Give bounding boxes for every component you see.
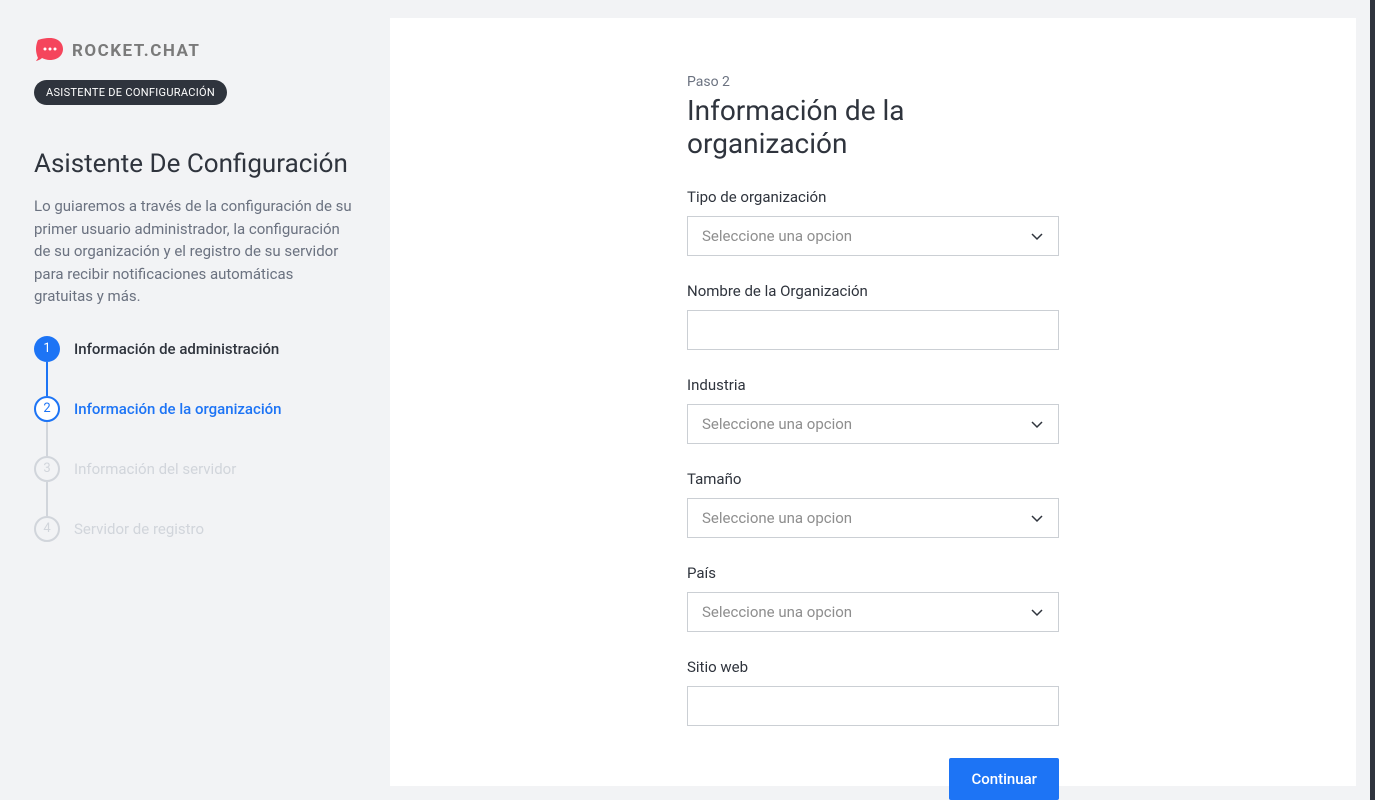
step-number: 1 <box>34 336 60 362</box>
select-placeholder: Seleccione una opcion <box>702 509 852 527</box>
select-industry[interactable]: Seleccione una opcion <box>687 404 1059 444</box>
select-country[interactable]: Seleccione una opcion <box>687 592 1059 632</box>
step-org-info[interactable]: 2 Información de la organización <box>34 396 356 422</box>
label-org-name: Nombre de la Organización <box>687 282 1059 300</box>
select-org-type[interactable]: Seleccione una opcion <box>687 216 1059 256</box>
select-placeholder: Seleccione una opcion <box>702 227 852 245</box>
continue-button[interactable]: Continuar <box>949 758 1059 800</box>
select-placeholder: Seleccione una opcion <box>702 415 852 433</box>
chevron-down-icon <box>1030 605 1044 619</box>
step-admin-info[interactable]: 1 Información de administración <box>34 336 356 362</box>
step-label: Información de la organización <box>74 400 282 418</box>
step-registration: 4 Servidor de registro <box>34 516 356 542</box>
label-website: Sitio web <box>687 658 1059 676</box>
step-server-info: 3 Información del servidor <box>34 456 356 482</box>
select-placeholder: Seleccione una opcion <box>702 603 852 621</box>
form-title: Información de la organización <box>687 94 1059 160</box>
sidebar-description: Lo guiaremos a través de la configuració… <box>34 195 356 308</box>
logo-text: ROCKET.CHAT <box>72 41 200 61</box>
input-org-name[interactable] <box>687 310 1059 350</box>
field-industry: Industria Seleccione una opcion <box>687 376 1059 444</box>
select-size[interactable]: Seleccione una opcion <box>687 498 1059 538</box>
step-label: Servidor de registro <box>74 520 204 538</box>
step-label: Información del servidor <box>74 460 236 478</box>
step-indicator: Paso 2 <box>687 74 1059 90</box>
input-website[interactable] <box>687 686 1059 726</box>
step-label: Información de administración <box>74 340 279 358</box>
label-country: País <box>687 564 1059 582</box>
chevron-down-icon <box>1030 229 1044 243</box>
right-edge-decoration <box>1370 0 1375 800</box>
field-country: País Seleccione una opcion <box>687 564 1059 632</box>
label-industry: Industria <box>687 376 1059 394</box>
chevron-down-icon <box>1030 417 1044 431</box>
step-number: 3 <box>34 456 60 482</box>
main-card: Paso 2 Información de la organización Ti… <box>390 18 1356 786</box>
sidebar-title: Asistente De Configuración <box>34 149 356 179</box>
chevron-down-icon <box>1030 511 1044 525</box>
button-row: Continuar <box>687 758 1059 800</box>
step-number: 4 <box>34 516 60 542</box>
field-org-name: Nombre de la Organización <box>687 282 1059 350</box>
wizard-badge: ASISTENTE DE CONFIGURACIÓN <box>34 80 227 105</box>
logo: ROCKET.CHAT <box>34 36 356 66</box>
step-number: 2 <box>34 396 60 422</box>
field-size: Tamaño Seleccione una opcion <box>687 470 1059 538</box>
label-size: Tamaño <box>687 470 1059 488</box>
wizard-steps: 1 Información de administración 2 Inform… <box>34 336 356 542</box>
field-website: Sitio web <box>687 658 1059 726</box>
label-org-type: Tipo de organización <box>687 188 1059 206</box>
form-container: Paso 2 Información de la organización Ti… <box>390 18 1356 800</box>
field-org-type: Tipo de organización Seleccione una opci… <box>687 188 1059 256</box>
sidebar: ROCKET.CHAT ASISTENTE DE CONFIGURACIÓN A… <box>0 0 390 800</box>
logo-icon <box>34 36 64 66</box>
